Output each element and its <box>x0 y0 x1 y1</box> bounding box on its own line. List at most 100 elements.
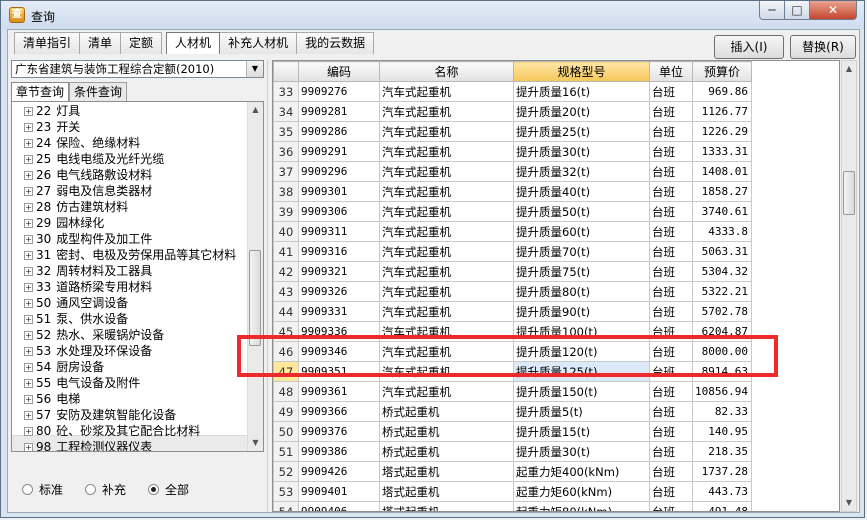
table-row[interactable]: 41 9909316 汽车式起重机 提升质量70(t) 台班 5063.31 <box>273 241 752 262</box>
unit-cell[interactable]: 台班 <box>649 421 693 442</box>
name-cell[interactable]: 汽车式起重机 <box>379 381 514 402</box>
close-button[interactable]: ✕ <box>810 1 857 20</box>
code-cell[interactable]: 9909311 <box>298 221 380 242</box>
unit-cell[interactable]: 台班 <box>649 221 693 242</box>
name-cell[interactable]: 汽车式起重机 <box>379 341 514 362</box>
spec-cell[interactable]: 起重力矩60(kNm) <box>513 481 650 502</box>
table-row[interactable]: 37 9909296 汽车式起重机 提升质量32(t) 台班 1408.01 <box>273 161 752 182</box>
unit-cell[interactable]: 台班 <box>649 201 693 222</box>
price-cell[interactable]: 5702.78 <box>692 301 752 322</box>
insert-button[interactable]: 插入(I) <box>714 35 784 59</box>
expand-plus-icon[interactable]: + <box>24 267 33 276</box>
maximize-button[interactable]: □ <box>785 1 810 20</box>
unit-cell[interactable]: 台班 <box>649 281 693 302</box>
row-number-cell[interactable]: 51 <box>273 441 299 462</box>
row-number-cell[interactable]: 45 <box>273 321 299 342</box>
expand-plus-icon[interactable]: + <box>24 235 33 244</box>
table-row[interactable]: 43 9909326 汽车式起重机 提升质量80(t) 台班 5322.21 <box>273 281 752 302</box>
expand-plus-icon[interactable]: + <box>24 139 33 148</box>
name-cell[interactable]: 汽车式起重机 <box>379 281 514 302</box>
name-cell[interactable]: 塔式起重机 <box>379 461 514 482</box>
expand-plus-icon[interactable]: + <box>24 331 33 340</box>
code-cell[interactable]: 9909346 <box>298 341 380 362</box>
code-cell[interactable]: 9909426 <box>298 461 380 482</box>
expand-plus-icon[interactable]: + <box>24 363 33 372</box>
spec-cell[interactable]: 提升质量70(t) <box>513 241 650 262</box>
column-header-price[interactable]: 预算价 <box>692 61 752 82</box>
expand-plus-icon[interactable]: + <box>24 283 33 292</box>
unit-cell[interactable]: 台班 <box>649 261 693 282</box>
code-cell[interactable]: 9909326 <box>298 281 380 302</box>
name-cell[interactable]: 汽车式起重机 <box>379 121 514 142</box>
row-number-cell[interactable]: 35 <box>273 121 299 142</box>
radio-supplementary[interactable]: 补充 <box>85 481 126 498</box>
row-number-cell[interactable]: 37 <box>273 161 299 182</box>
expand-plus-icon[interactable]: + <box>24 347 33 356</box>
name-cell[interactable]: 汽车式起重机 <box>379 201 514 222</box>
table-row[interactable]: 49 9909366 桥式起重机 提升质量5(t) 台班 82.33 <box>273 401 752 422</box>
name-cell[interactable]: 汽车式起重机 <box>379 101 514 122</box>
expand-plus-icon[interactable]: + <box>24 379 33 388</box>
spec-cell[interactable]: 提升质量16(t) <box>513 81 650 102</box>
table-row[interactable]: 51 9909386 桥式起重机 提升质量30(t) 台班 218.35 <box>273 441 752 462</box>
name-cell[interactable]: 汽车式起重机 <box>379 361 514 382</box>
row-number-cell[interactable]: 46 <box>273 341 299 362</box>
row-number-cell[interactable]: 33 <box>273 81 299 102</box>
code-cell[interactable]: 9909296 <box>298 161 380 182</box>
tree-item[interactable]: +80 砼、砂浆及其它配合比材料 <box>24 423 200 439</box>
unit-cell[interactable]: 台班 <box>649 101 693 122</box>
expand-plus-icon[interactable]: + <box>24 411 33 420</box>
expand-plus-icon[interactable]: + <box>24 219 33 228</box>
price-cell[interactable]: 443.73 <box>692 481 752 502</box>
expand-plus-icon[interactable]: + <box>24 315 33 324</box>
name-cell[interactable]: 汽车式起重机 <box>379 221 514 242</box>
price-cell[interactable]: 1226.29 <box>692 121 752 142</box>
expand-plus-icon[interactable]: + <box>24 123 33 132</box>
row-number-cell[interactable]: 48 <box>273 381 299 402</box>
tree-item[interactable]: +31 密封、电极及劳保用品等其它材料 <box>24 247 236 263</box>
name-cell[interactable]: 桥式起重机 <box>379 441 514 462</box>
tree-item[interactable]: +28 仿古建筑材料 <box>24 199 128 215</box>
tree-item[interactable]: +32 周转材料及工器具 <box>24 263 152 279</box>
code-cell[interactable]: 9909286 <box>298 121 380 142</box>
row-number-cell[interactable]: 36 <box>273 141 299 162</box>
row-number-cell[interactable]: 53 <box>273 481 299 502</box>
spec-cell[interactable]: 提升质量100(t) <box>513 321 650 342</box>
code-cell[interactable]: 9909401 <box>298 481 380 502</box>
spec-cell[interactable]: 提升质量25(t) <box>513 121 650 142</box>
tree-item[interactable]: +24 保险、绝缘材料 <box>24 135 140 151</box>
grid-scroll-thumb[interactable] <box>843 171 855 215</box>
tree-item[interactable]: +26 电气线路敷设材料 <box>24 167 152 183</box>
replace-button[interactable]: 替换(R) <box>790 35 856 59</box>
spec-cell[interactable]: 提升质量75(t) <box>513 261 650 282</box>
table-row[interactable]: 52 9909426 塔式起重机 起重力矩400(kNm) 台班 1737.28 <box>273 461 752 482</box>
spec-cell[interactable]: 提升质量15(t) <box>513 421 650 442</box>
expand-plus-icon[interactable]: + <box>24 203 33 212</box>
price-cell[interactable]: 3740.61 <box>692 201 752 222</box>
tree-item[interactable]: +30 成型构件及加工件 <box>24 231 152 247</box>
table-row[interactable]: 34 9909281 汽车式起重机 提升质量20(t) 台班 1126.77 <box>273 101 752 122</box>
unit-cell[interactable]: 台班 <box>649 341 693 362</box>
tab-labor-material-machine[interactable]: 人材机 <box>166 32 221 54</box>
tab-chapter-query[interactable]: 章节查询 <box>11 82 70 101</box>
expand-plus-icon[interactable]: + <box>24 171 33 180</box>
column-header-name[interactable]: 名称 <box>379 61 514 82</box>
unit-cell[interactable]: 台班 <box>649 301 693 322</box>
radio-standard[interactable]: 标准 <box>22 481 63 498</box>
quota-library-select[interactable]: 广东省建筑与装饰工程综合定额(2010) ▼ <box>11 60 264 78</box>
chapter-tree[interactable]: ▲ ▼ +22 灯具 +23 开关 +24 保险、绝缘材料 +25 电线电缆及光纤光缆 +26 电… <box>11 101 264 452</box>
tree-item[interactable]: +56 电梯 <box>24 391 80 407</box>
code-cell[interactable]: 9909306 <box>298 201 380 222</box>
grid-vertical-scrollbar[interactable]: ▲ ▼ <box>841 60 857 512</box>
tree-item[interactable]: +55 电气设备及附件 <box>24 375 140 391</box>
expand-plus-icon[interactable]: + <box>24 187 33 196</box>
unit-cell[interactable]: 台班 <box>649 361 693 382</box>
spec-cell[interactable]: 提升质量80(t) <box>513 281 650 302</box>
table-row[interactable]: 33 9909276 汽车式起重机 提升质量16(t) 台班 969.86 <box>273 81 752 102</box>
code-cell[interactable]: 9909316 <box>298 241 380 262</box>
code-cell[interactable]: 9909386 <box>298 441 380 462</box>
table-row[interactable]: 48 9909361 汽车式起重机 提升质量150(t) 台班 10856.94 <box>273 381 752 402</box>
chevron-down-icon[interactable]: ▼ <box>246 61 263 77</box>
row-number-cell[interactable]: 41 <box>273 241 299 262</box>
spec-cell[interactable]: 提升质量20(t) <box>513 101 650 122</box>
